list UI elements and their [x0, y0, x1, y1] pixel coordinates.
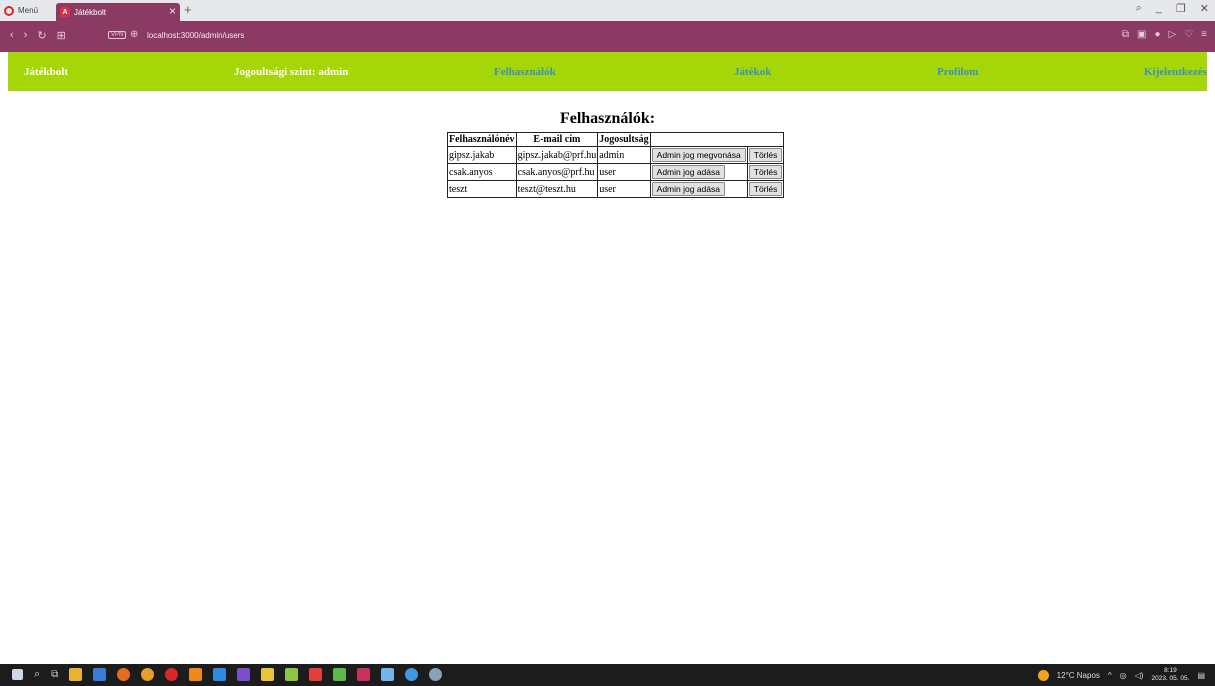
nav-link-profile[interactable]: Profilom: [937, 66, 978, 78]
intellij-icon[interactable]: [261, 668, 275, 681]
page-title: Felhasználók:: [559, 110, 656, 127]
close-window-icon[interactable]: ✕: [1200, 2, 1209, 15]
sun-weather-icon: [1037, 669, 1049, 681]
toolbar-right: ⧉ ▣ ● ▷ ♡ ≡: [1122, 29, 1207, 40]
cell-delete: Törlés: [746, 163, 785, 181]
tool-icon[interactable]: [429, 668, 443, 681]
app-icon[interactable]: [405, 668, 419, 681]
clock-time: 8:19: [1164, 667, 1177, 674]
users-table: Felhasználónév E-mail cím Jogosultság gi…: [447, 132, 785, 198]
tray-chevron-icon[interactable]: ^: [1108, 671, 1112, 680]
vlc-icon[interactable]: [189, 668, 203, 681]
cell-email: teszt@teszt.hu: [515, 180, 599, 198]
nav-link-games[interactable]: Játékok: [734, 66, 771, 78]
forward-icon[interactable]: ›: [24, 29, 28, 42]
vpn-badge[interactable]: VPN: [108, 31, 127, 39]
java-app-icon[interactable]: [285, 668, 299, 681]
git-app-icon[interactable]: [309, 668, 323, 681]
back-icon[interactable]: ‹: [10, 29, 14, 42]
cell-delete: Törlés: [746, 146, 785, 164]
header-email: E-mail cím: [515, 132, 599, 147]
window-controls: ⌕ _ ❐ ✕: [1136, 2, 1209, 15]
file-explorer-icon[interactable]: [69, 668, 83, 681]
cell-role: admin: [597, 146, 651, 164]
app-navbar: Játékbolt Jogoultsági szint: admin Felha…: [8, 52, 1207, 91]
table-row: teszt teszt@teszt.hu user Admin jog adás…: [447, 180, 785, 198]
search-icon[interactable]: ⌕: [34, 668, 40, 681]
db-tool-icon[interactable]: [357, 668, 371, 681]
browser-tab-strip: Menü A Játékbolt × + ⌕ _ ❐ ✕: [0, 0, 1215, 21]
system-tray: 12°C Napos ^ ◎ ◁) 8:19 2023. 05. 05. ▤: [1037, 667, 1205, 683]
cell-role: user: [597, 180, 651, 198]
windows-taskbar: ⌕ ⧉ 12°C Napos ^ ◎ ◁) 8:19 2023. 05. 05.…: [0, 664, 1215, 686]
save-app-icon[interactable]: [93, 668, 107, 681]
nav-link-users[interactable]: Felhasználók: [494, 66, 556, 78]
volume-icon[interactable]: ◁): [1135, 671, 1144, 680]
nav-brand[interactable]: Játékbolt: [24, 66, 68, 78]
table-row: csak.anyos csak.anyos@prf.hu user Admin …: [447, 163, 785, 181]
task-view-icon[interactable]: ⧉: [51, 669, 58, 680]
tab-title: Játékbolt: [74, 7, 107, 17]
navigation-buttons: ‹ › ↻ ⊞: [10, 29, 66, 42]
cell-role-action: Admin jog megvonása: [649, 146, 748, 164]
revoke-admin-button[interactable]: Admin jog megvonása: [651, 148, 746, 162]
opera-icon[interactable]: [165, 668, 179, 681]
delete-user-button[interactable]: Törlés: [748, 165, 783, 179]
tab-close-icon[interactable]: ×: [169, 4, 176, 18]
shield-icon[interactable]: ●: [1154, 29, 1160, 40]
cell-username: teszt: [447, 180, 517, 198]
opera-menu-button[interactable]: Menü: [4, 3, 38, 18]
minimize-icon[interactable]: _: [1156, 2, 1162, 15]
network-icon[interactable]: ◎: [1120, 671, 1127, 680]
camera-icon[interactable]: ▣: [1137, 29, 1146, 40]
browser-tab-active[interactable]: A Játékbolt ×: [56, 3, 180, 21]
new-tab-button[interactable]: +: [184, 2, 192, 17]
grant-admin-button[interactable]: Admin jog adása: [651, 182, 725, 196]
start-icon[interactable]: [12, 669, 23, 680]
speed-dial-icon[interactable]: ⊞: [57, 29, 66, 42]
heart-icon[interactable]: ♡: [1184, 29, 1193, 40]
notepad-icon[interactable]: [333, 668, 347, 681]
table-header-row: Felhasználónév E-mail cím Jogosultság: [447, 132, 785, 147]
grant-admin-button[interactable]: Admin jog adása: [651, 165, 725, 179]
cell-email: csak.anyos@prf.hu: [515, 163, 599, 181]
header-role: Jogosultság: [597, 132, 651, 147]
search-tabs-icon[interactable]: ⌕: [1136, 2, 1142, 15]
nav-link-logout[interactable]: Kijelentkezés: [1144, 66, 1207, 78]
cell-role: user: [597, 163, 651, 181]
mysql-icon[interactable]: [381, 668, 395, 681]
globe-icon: ⊕: [130, 29, 139, 40]
address-bar: ‹ › ↻ ⊞ VPN ⊕ localhost:3000/admin/users…: [0, 21, 1215, 52]
taskbar-apps: ⌕ ⧉: [12, 668, 443, 681]
menu-label: Menü: [18, 6, 39, 15]
vscode-icon[interactable]: [213, 668, 227, 681]
angular-favicon-icon: A: [60, 7, 70, 17]
delete-user-button[interactable]: Törlés: [748, 182, 783, 196]
reload-icon[interactable]: ↻: [37, 29, 46, 42]
cell-email: gipsz.jakab@prf.hu: [515, 146, 599, 164]
cell-role-action: Admin jog adása: [649, 180, 748, 198]
notification-icon[interactable]: ▤: [1197, 671, 1205, 680]
weather-text[interactable]: 12°C Napos: [1057, 671, 1100, 680]
restore-icon[interactable]: ❐: [1176, 2, 1186, 15]
clock[interactable]: 8:19 2023. 05. 05.: [1151, 667, 1189, 683]
delete-user-button[interactable]: Törlés: [748, 148, 783, 162]
header-username: Felhasználónév: [447, 132, 517, 147]
cell-username: csak.anyos: [447, 163, 517, 181]
clock-date: 2023. 05. 05.: [1151, 675, 1190, 682]
firefox-icon[interactable]: [117, 668, 131, 681]
nav-role-level: Jogoultsági szint: admin: [234, 66, 349, 78]
snapshot-icon[interactable]: ⧉: [1122, 29, 1129, 40]
cell-role-action: Admin jog adása: [649, 163, 748, 181]
url-field[interactable]: localhost:3000/admin/users: [147, 31, 244, 40]
opera-logo-icon: [4, 5, 14, 16]
table-row: gipsz.jakab gipsz.jakab@prf.hu admin Adm…: [447, 146, 785, 164]
chrome-icon[interactable]: [141, 668, 155, 681]
cell-username: gipsz.jakab: [447, 146, 517, 164]
cell-delete: Törlés: [746, 180, 785, 198]
player-icon[interactable]: ▷: [1168, 29, 1176, 40]
header-actions: [649, 132, 785, 147]
visual-studio-icon[interactable]: [237, 668, 251, 681]
easy-setup-icon[interactable]: ≡: [1201, 29, 1207, 40]
